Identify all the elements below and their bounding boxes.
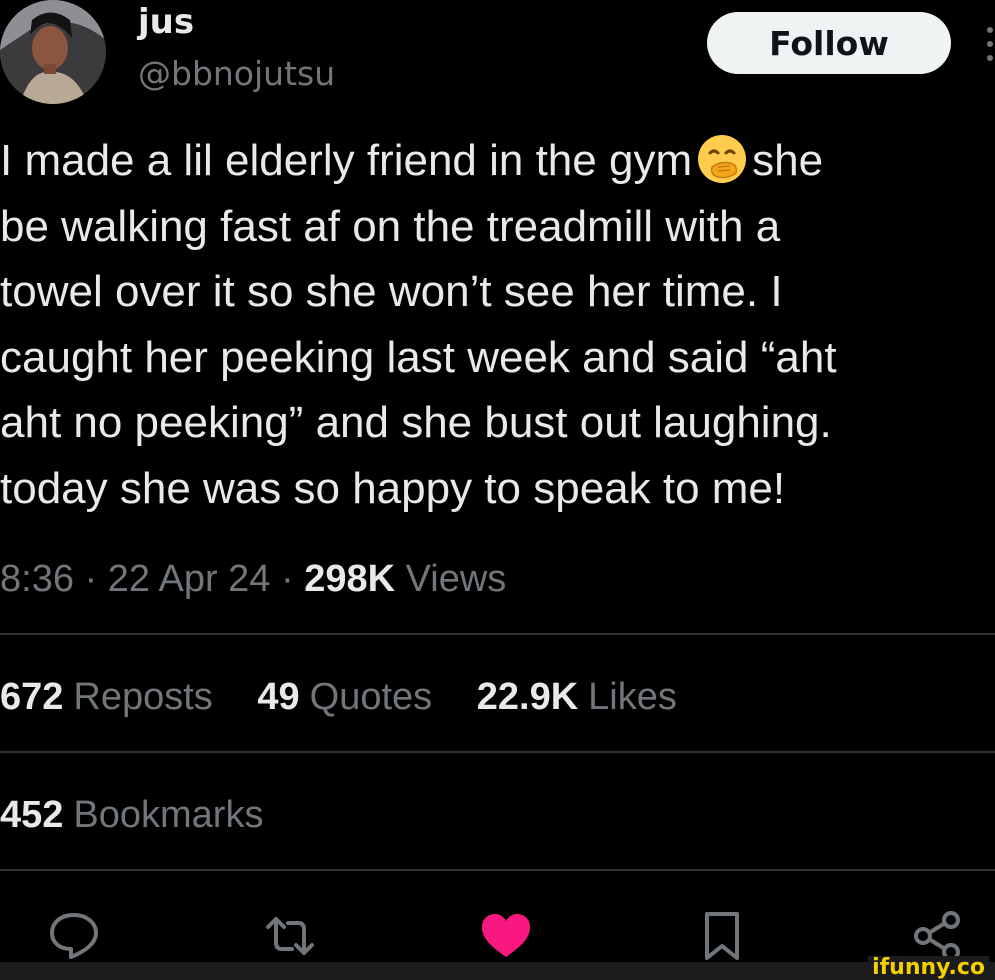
user-handle[interactable]: @bbnojutsu bbox=[138, 52, 335, 96]
meta-separator: · bbox=[281, 558, 294, 600]
likes-stat[interactable]: 22.9K Likes bbox=[477, 672, 677, 722]
repost-arrows-icon bbox=[266, 917, 314, 955]
engagement-stats: 672 Reposts 49 Quotes 22.9K Likes bbox=[0, 672, 711, 722]
reposts-stat[interactable]: 672 Reposts bbox=[0, 672, 213, 722]
meta-separator: · bbox=[84, 558, 98, 600]
divider bbox=[0, 869, 995, 871]
bookmark-button[interactable] bbox=[694, 908, 750, 964]
views-count: 298K bbox=[304, 558, 396, 600]
bottom-strip bbox=[0, 962, 995, 980]
tweet-text: I made a lil elderly friend in the gym s… bbox=[0, 128, 995, 521]
bookmark-icon bbox=[705, 912, 739, 960]
ifunny-watermark: ifunny.co bbox=[868, 956, 989, 980]
views-label: Views bbox=[405, 558, 507, 600]
tweet-line: be walking fast af on the treadmill with… bbox=[0, 201, 781, 251]
tweet-time[interactable]: 8:36 bbox=[0, 558, 74, 600]
repost-button[interactable] bbox=[262, 908, 318, 964]
avatar[interactable] bbox=[0, 0, 106, 104]
hand-over-mouth-emoji-icon bbox=[698, 135, 747, 183]
tweet-line: aht no peeking” and she bust out laughin… bbox=[0, 398, 832, 447]
tweet-line: I made a lil elderly friend in the gym s… bbox=[0, 128, 995, 194]
heart-icon bbox=[482, 914, 530, 957]
tweet-line: today she was so happy to speak to me! bbox=[0, 463, 786, 513]
more-options-icon[interactable] bbox=[984, 24, 995, 64]
quotes-stat[interactable]: 49 Quotes bbox=[257, 672, 432, 722]
tweet-line: caught her peeking last week and said “a… bbox=[0, 332, 837, 382]
tweet-date[interactable]: 22 Apr 24 bbox=[108, 558, 271, 600]
reply-button[interactable] bbox=[46, 908, 102, 964]
follow-button[interactable]: Follow bbox=[707, 12, 951, 74]
divider bbox=[0, 751, 995, 753]
speech-bubble-icon bbox=[50, 913, 98, 959]
display-name[interactable]: jus bbox=[138, 0, 194, 44]
tweet-meta: 8:36 · 22 Apr 24 · 298K Views bbox=[0, 554, 506, 604]
like-button[interactable] bbox=[478, 908, 534, 964]
divider bbox=[0, 633, 995, 635]
bookmarks-stat[interactable]: 452 Bookmarks bbox=[0, 790, 263, 840]
tweet-line: towel over it so she won’t see her time.… bbox=[0, 267, 783, 316]
